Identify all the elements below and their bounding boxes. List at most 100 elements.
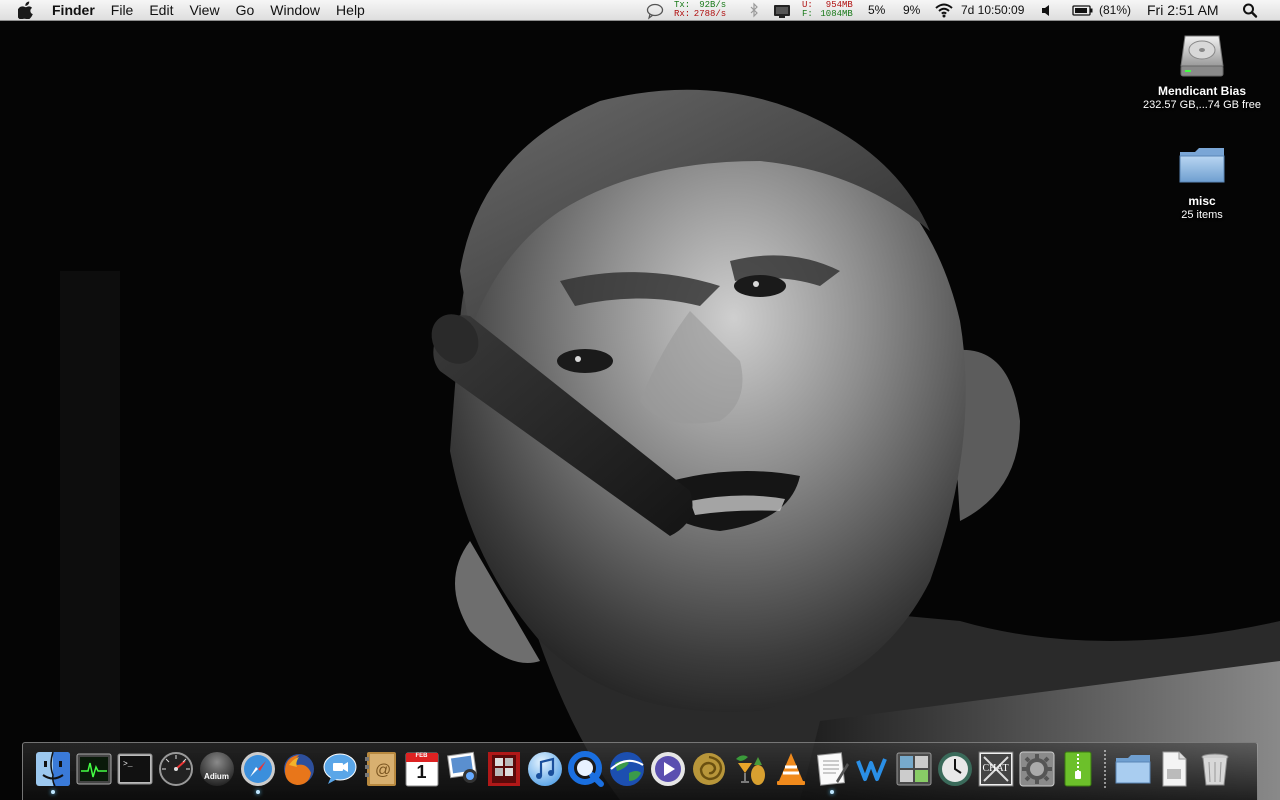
dock-google-earth[interactable] — [606, 748, 647, 794]
itunes-icon — [526, 750, 564, 788]
menu-finder[interactable]: Finder — [48, 0, 103, 21]
vlc-icon — [772, 750, 810, 788]
dock-dashboard[interactable] — [155, 748, 196, 794]
adium-label: Adium — [204, 772, 229, 781]
running-indicator — [255, 790, 260, 794]
activity-monitor-icon — [75, 750, 113, 788]
safari-icon — [239, 750, 277, 788]
photo-booth-icon — [485, 750, 523, 788]
speech-bubble-icon[interactable] — [646, 0, 664, 21]
menu-file[interactable]: File — [103, 0, 142, 21]
cpu-usage-2[interactable]: 9% — [903, 0, 920, 21]
time-machine-icon — [936, 750, 974, 788]
svg-text:>_: >_ — [123, 760, 133, 769]
ical-icon: FEB 1 — [403, 750, 441, 788]
menu-help[interactable]: Help — [328, 0, 373, 21]
textedit-icon — [813, 750, 851, 788]
network-monitor[interactable]: Tx: 92B/s Rx: 2788/s — [674, 1, 726, 19]
ichat-icon — [321, 750, 359, 788]
wirelessdiagnostics-icon — [854, 750, 892, 788]
dock-system-profiler[interactable] — [893, 748, 934, 794]
dock-vlc[interactable] — [770, 748, 811, 794]
dock-wireless-diagnostics[interactable] — [852, 748, 893, 794]
cpu-usage-1[interactable]: 5% — [868, 0, 885, 21]
menu-window[interactable]: Window — [262, 0, 328, 21]
front-row-icon — [649, 750, 687, 788]
drive-name: Mendicant Bias — [1157, 84, 1247, 98]
firefox-icon — [280, 750, 318, 788]
memory-monitor[interactable]: U: 954MB F: 1084MB — [802, 1, 853, 19]
terminal-icon: >_ — [116, 750, 154, 788]
dock-ichat[interactable] — [319, 748, 360, 794]
uptime-clock[interactable]: 7d 10:50:09 — [961, 0, 1024, 21]
dock-textedit[interactable] — [811, 748, 852, 794]
quicktime-icon — [567, 750, 605, 788]
dock-front-row[interactable] — [647, 748, 688, 794]
dock-iphoto[interactable] — [442, 748, 483, 794]
dock-system-preferences[interactable] — [1016, 748, 1057, 794]
dock-trash[interactable] — [1194, 748, 1235, 794]
folder-info: 25 items — [1181, 209, 1223, 221]
dock-time-machine[interactable] — [934, 748, 975, 794]
system-profiler-icon — [895, 750, 933, 788]
menubar-clock[interactable]: Fri 2:51 AM — [1147, 0, 1219, 21]
shell-icon — [690, 750, 728, 788]
menu-go[interactable]: Go — [228, 0, 263, 21]
dock-items: >_ Adium @ FEB 1 CHAT — [32, 748, 1235, 794]
dock-itunes[interactable] — [524, 748, 565, 794]
system-preferences-icon — [1018, 750, 1056, 788]
dock-documents-stack[interactable] — [1153, 748, 1194, 794]
dock-quicktime[interactable] — [565, 748, 606, 794]
dock-finder[interactable] — [32, 748, 73, 794]
folder-icon — [1177, 140, 1227, 190]
dock-address-book[interactable]: @ — [360, 748, 401, 794]
menu-bar: Finder File Edit View Go Window Help Tx:… — [0, 0, 1280, 21]
menu-view[interactable]: View — [181, 0, 227, 21]
apple-menu-icon[interactable] — [18, 1, 36, 19]
running-indicator — [829, 790, 834, 794]
dock-terminal[interactable]: >_ — [114, 748, 155, 794]
ical-day: 1 — [416, 762, 427, 782]
dock-firefox[interactable] — [278, 748, 319, 794]
google-earth-icon — [608, 750, 646, 788]
dock-activity-monitor[interactable] — [73, 748, 114, 794]
dock-chat[interactable]: CHAT — [975, 748, 1016, 794]
dock-adium[interactable]: Adium — [196, 748, 237, 794]
dock-safari[interactable] — [237, 748, 278, 794]
dock-separator — [1098, 748, 1112, 794]
dock-photo-booth[interactable] — [483, 748, 524, 794]
hard-drive-icon — [1177, 30, 1227, 80]
archive-utility-icon — [1059, 750, 1097, 788]
trash-icon — [1196, 750, 1234, 788]
volume-icon[interactable] — [1040, 0, 1054, 21]
documents-stack-icon — [1155, 750, 1193, 788]
finder-icon — [34, 750, 72, 788]
iphoto-icon — [444, 750, 482, 788]
folder-icon — [1114, 750, 1152, 788]
wifi-icon[interactable] — [934, 0, 954, 21]
dock-ical[interactable]: FEB 1 — [401, 748, 442, 794]
chat-label: CHAT — [982, 763, 1009, 774]
menu-edit[interactable]: Edit — [141, 0, 181, 21]
cocktail-icon — [731, 750, 769, 788]
folder-name: misc — [1188, 194, 1216, 208]
ical-month: FEB — [415, 753, 428, 759]
dashboard-icon — [157, 750, 195, 788]
dock-cocktail[interactable] — [729, 748, 770, 794]
chat-icon: CHAT — [977, 750, 1015, 788]
svg-text:@: @ — [375, 762, 391, 779]
dock-archive-utility[interactable] — [1057, 748, 1098, 794]
desktop-drive-mendicant-bias[interactable]: Mendicant Bias 232.57 GB,...74 GB free — [1132, 30, 1272, 112]
desktop-wallpaper — [0, 21, 1280, 800]
battery-percent[interactable]: (81%) — [1099, 0, 1131, 21]
bluetooth-icon[interactable] — [748, 0, 760, 21]
dock-folder-stack[interactable] — [1112, 748, 1153, 794]
battery-icon[interactable] — [1072, 0, 1094, 21]
adium-icon: Adium — [198, 750, 236, 788]
display-icon[interactable] — [772, 0, 792, 21]
dock-shell[interactable] — [688, 748, 729, 794]
desktop-folder-misc[interactable]: misc 25 items — [1132, 140, 1272, 222]
drive-info: 232.57 GB,...74 GB free — [1142, 99, 1261, 111]
running-indicator — [50, 790, 55, 794]
spotlight-search-icon[interactable] — [1242, 0, 1258, 21]
